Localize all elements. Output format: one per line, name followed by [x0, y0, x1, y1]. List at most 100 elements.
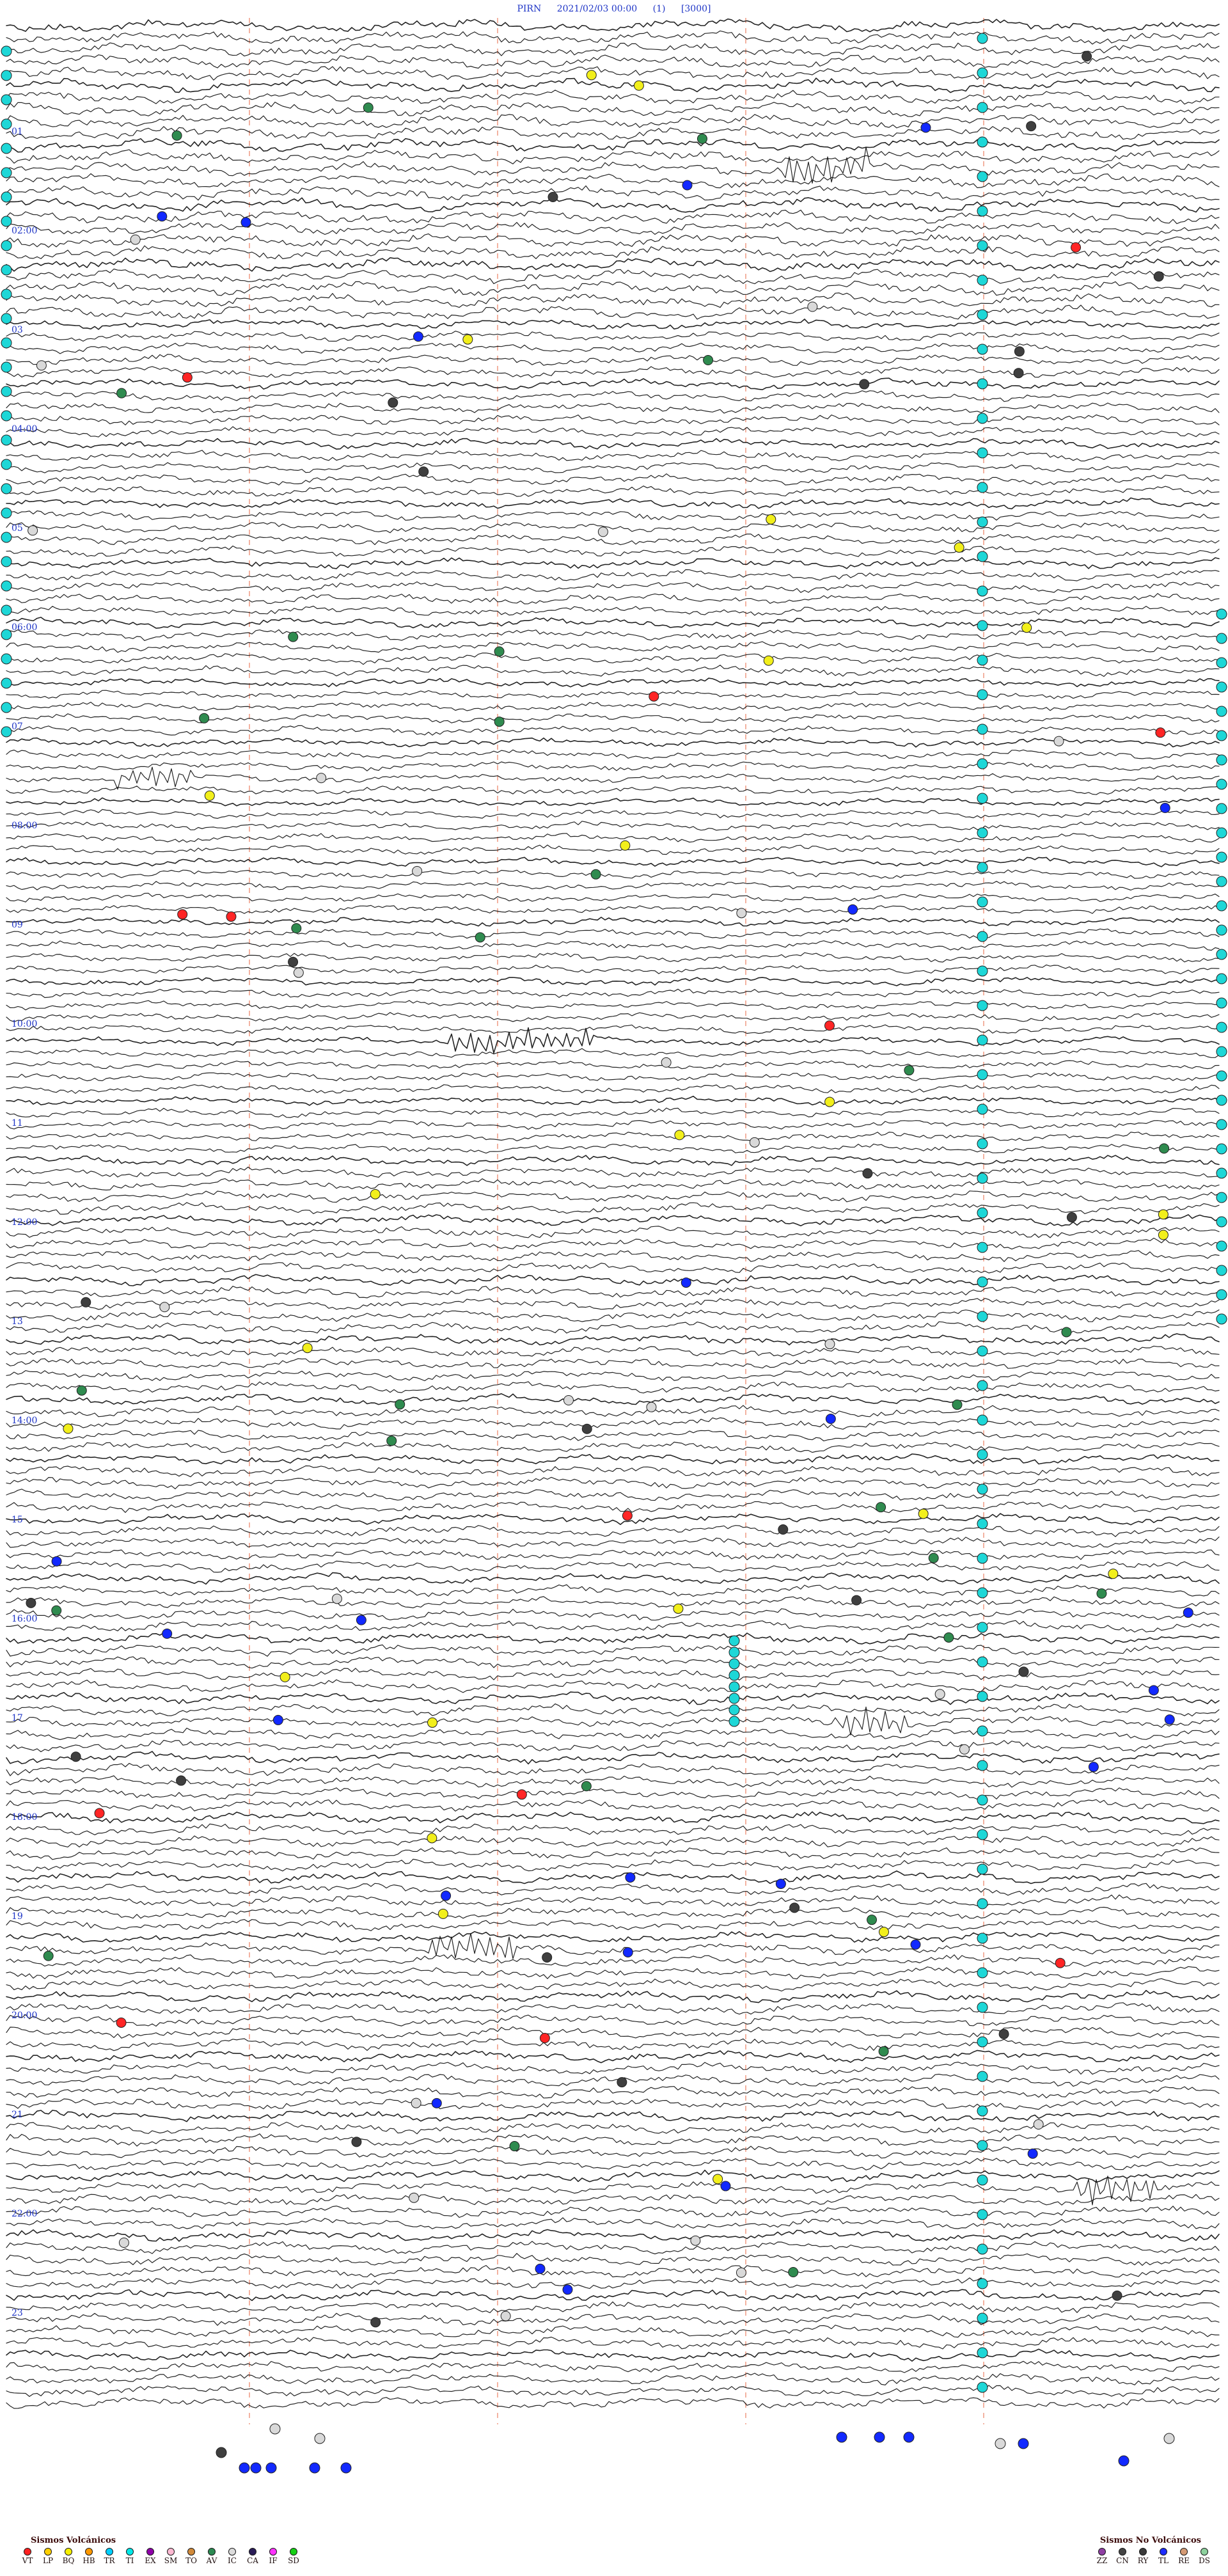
cyan-event-marker[interactable]	[1216, 827, 1227, 839]
cyan-event-marker[interactable]	[977, 1794, 988, 1806]
event-marker[interactable]	[51, 1556, 62, 1567]
cyan-event-marker[interactable]	[1, 434, 12, 446]
cyan-event-marker[interactable]	[1216, 1240, 1227, 1252]
event-marker[interactable]	[563, 1395, 574, 1405]
event-marker[interactable]	[1013, 368, 1024, 379]
event-marker[interactable]	[547, 192, 558, 203]
cyan-event-marker[interactable]	[977, 378, 988, 390]
event-marker[interactable]	[395, 1399, 405, 1410]
cyan-event-marker[interactable]	[977, 793, 988, 804]
bottom-event-marker[interactable]	[340, 2462, 352, 2474]
event-marker[interactable]	[494, 646, 505, 657]
event-marker[interactable]	[1159, 1143, 1170, 1154]
event-marker[interactable]	[763, 655, 774, 666]
cyan-event-marker[interactable]	[1, 386, 12, 397]
event-marker[interactable]	[1053, 736, 1064, 747]
cyan-event-marker[interactable]	[1, 702, 12, 713]
event-marker[interactable]	[475, 932, 485, 943]
event-marker[interactable]	[807, 301, 818, 312]
event-marker[interactable]	[824, 1096, 835, 1107]
cyan-event-marker[interactable]	[1216, 778, 1227, 790]
event-marker[interactable]	[177, 909, 188, 920]
cyan-event-marker[interactable]	[977, 1898, 988, 1909]
cyan-event-marker[interactable]	[977, 827, 988, 839]
cyan-event-marker[interactable]	[977, 1829, 988, 1840]
cyan-event-marker[interactable]	[1, 459, 12, 470]
cyan-event-marker[interactable]	[728, 1670, 740, 1681]
event-marker[interactable]	[293, 967, 304, 978]
event-marker[interactable]	[649, 691, 659, 702]
event-marker[interactable]	[157, 211, 168, 222]
event-marker[interactable]	[28, 525, 38, 536]
event-marker[interactable]	[116, 388, 127, 399]
cyan-event-marker[interactable]	[1216, 1192, 1227, 1203]
event-marker[interactable]	[878, 1927, 889, 1938]
cyan-event-marker[interactable]	[977, 482, 988, 493]
event-marker[interactable]	[226, 911, 237, 922]
event-marker[interactable]	[386, 1435, 397, 1446]
cyan-event-marker[interactable]	[977, 2174, 988, 2186]
event-marker[interactable]	[1148, 1685, 1159, 1696]
cyan-event-marker[interactable]	[1216, 949, 1227, 960]
cyan-event-marker[interactable]	[1, 556, 12, 567]
event-marker[interactable]	[171, 130, 182, 141]
cyan-event-marker[interactable]	[1, 507, 12, 519]
cyan-event-marker[interactable]	[977, 2382, 988, 2393]
cyan-event-marker[interactable]	[977, 1691, 988, 1702]
cyan-event-marker[interactable]	[1216, 876, 1227, 887]
cyan-event-marker[interactable]	[977, 447, 988, 459]
event-marker[interactable]	[1014, 346, 1025, 357]
cyan-event-marker[interactable]	[1216, 657, 1227, 668]
cyan-event-marker[interactable]	[1216, 924, 1227, 936]
event-marker[interactable]	[26, 1597, 36, 1608]
cyan-event-marker[interactable]	[1216, 997, 1227, 1009]
event-marker[interactable]	[130, 234, 141, 245]
cyan-event-marker[interactable]	[977, 1449, 988, 1460]
cyan-event-marker[interactable]	[977, 1034, 988, 1046]
event-marker[interactable]	[288, 956, 299, 967]
cyan-event-marker[interactable]	[977, 931, 988, 942]
bottom-event-marker[interactable]	[995, 2438, 1006, 2449]
event-marker[interactable]	[1155, 727, 1166, 738]
cyan-event-marker[interactable]	[728, 1716, 740, 1727]
event-marker[interactable]	[825, 1414, 836, 1425]
event-marker[interactable]	[878, 2046, 889, 2057]
event-marker[interactable]	[934, 1689, 945, 1700]
event-marker[interactable]	[411, 2098, 421, 2108]
cyan-event-marker[interactable]	[1216, 608, 1227, 620]
cyan-event-marker[interactable]	[977, 344, 988, 355]
cyan-event-marker[interactable]	[1, 677, 12, 689]
event-marker[interactable]	[703, 355, 714, 366]
cyan-event-marker[interactable]	[977, 2071, 988, 2082]
cyan-event-marker[interactable]	[977, 1587, 988, 1599]
event-marker[interactable]	[749, 1137, 760, 1148]
cyan-event-marker[interactable]	[977, 1725, 988, 1737]
cyan-event-marker[interactable]	[977, 413, 988, 424]
event-marker[interactable]	[43, 1950, 54, 1961]
cyan-event-marker[interactable]	[977, 516, 988, 528]
cyan-event-marker[interactable]	[1216, 1143, 1227, 1155]
event-marker[interactable]	[162, 1628, 173, 1639]
event-marker[interactable]	[788, 2267, 799, 2278]
event-marker[interactable]	[1018, 1666, 1029, 1677]
event-marker[interactable]	[94, 1808, 105, 1819]
cyan-event-marker[interactable]	[1216, 681, 1227, 693]
cyan-event-marker[interactable]	[977, 1967, 988, 1979]
event-marker[interactable]	[998, 2028, 1009, 2039]
event-marker[interactable]	[509, 2141, 520, 2152]
bottom-event-marker[interactable]	[250, 2462, 262, 2474]
event-marker[interactable]	[76, 1385, 87, 1396]
event-marker[interactable]	[1055, 1957, 1066, 1968]
event-marker[interactable]	[291, 923, 302, 934]
cyan-event-marker[interactable]	[977, 1380, 988, 1391]
event-marker[interactable]	[1033, 2119, 1044, 2130]
cyan-event-marker[interactable]	[977, 2209, 988, 2220]
cyan-event-marker[interactable]	[1, 216, 12, 227]
cyan-event-marker[interactable]	[728, 1693, 740, 1704]
cyan-event-marker[interactable]	[1216, 1070, 1227, 1082]
cyan-event-marker[interactable]	[977, 1069, 988, 1080]
event-marker[interactable]	[597, 526, 608, 537]
cyan-event-marker[interactable]	[1, 361, 12, 373]
event-marker[interactable]	[409, 2192, 420, 2203]
bottom-event-marker[interactable]	[239, 2462, 250, 2474]
